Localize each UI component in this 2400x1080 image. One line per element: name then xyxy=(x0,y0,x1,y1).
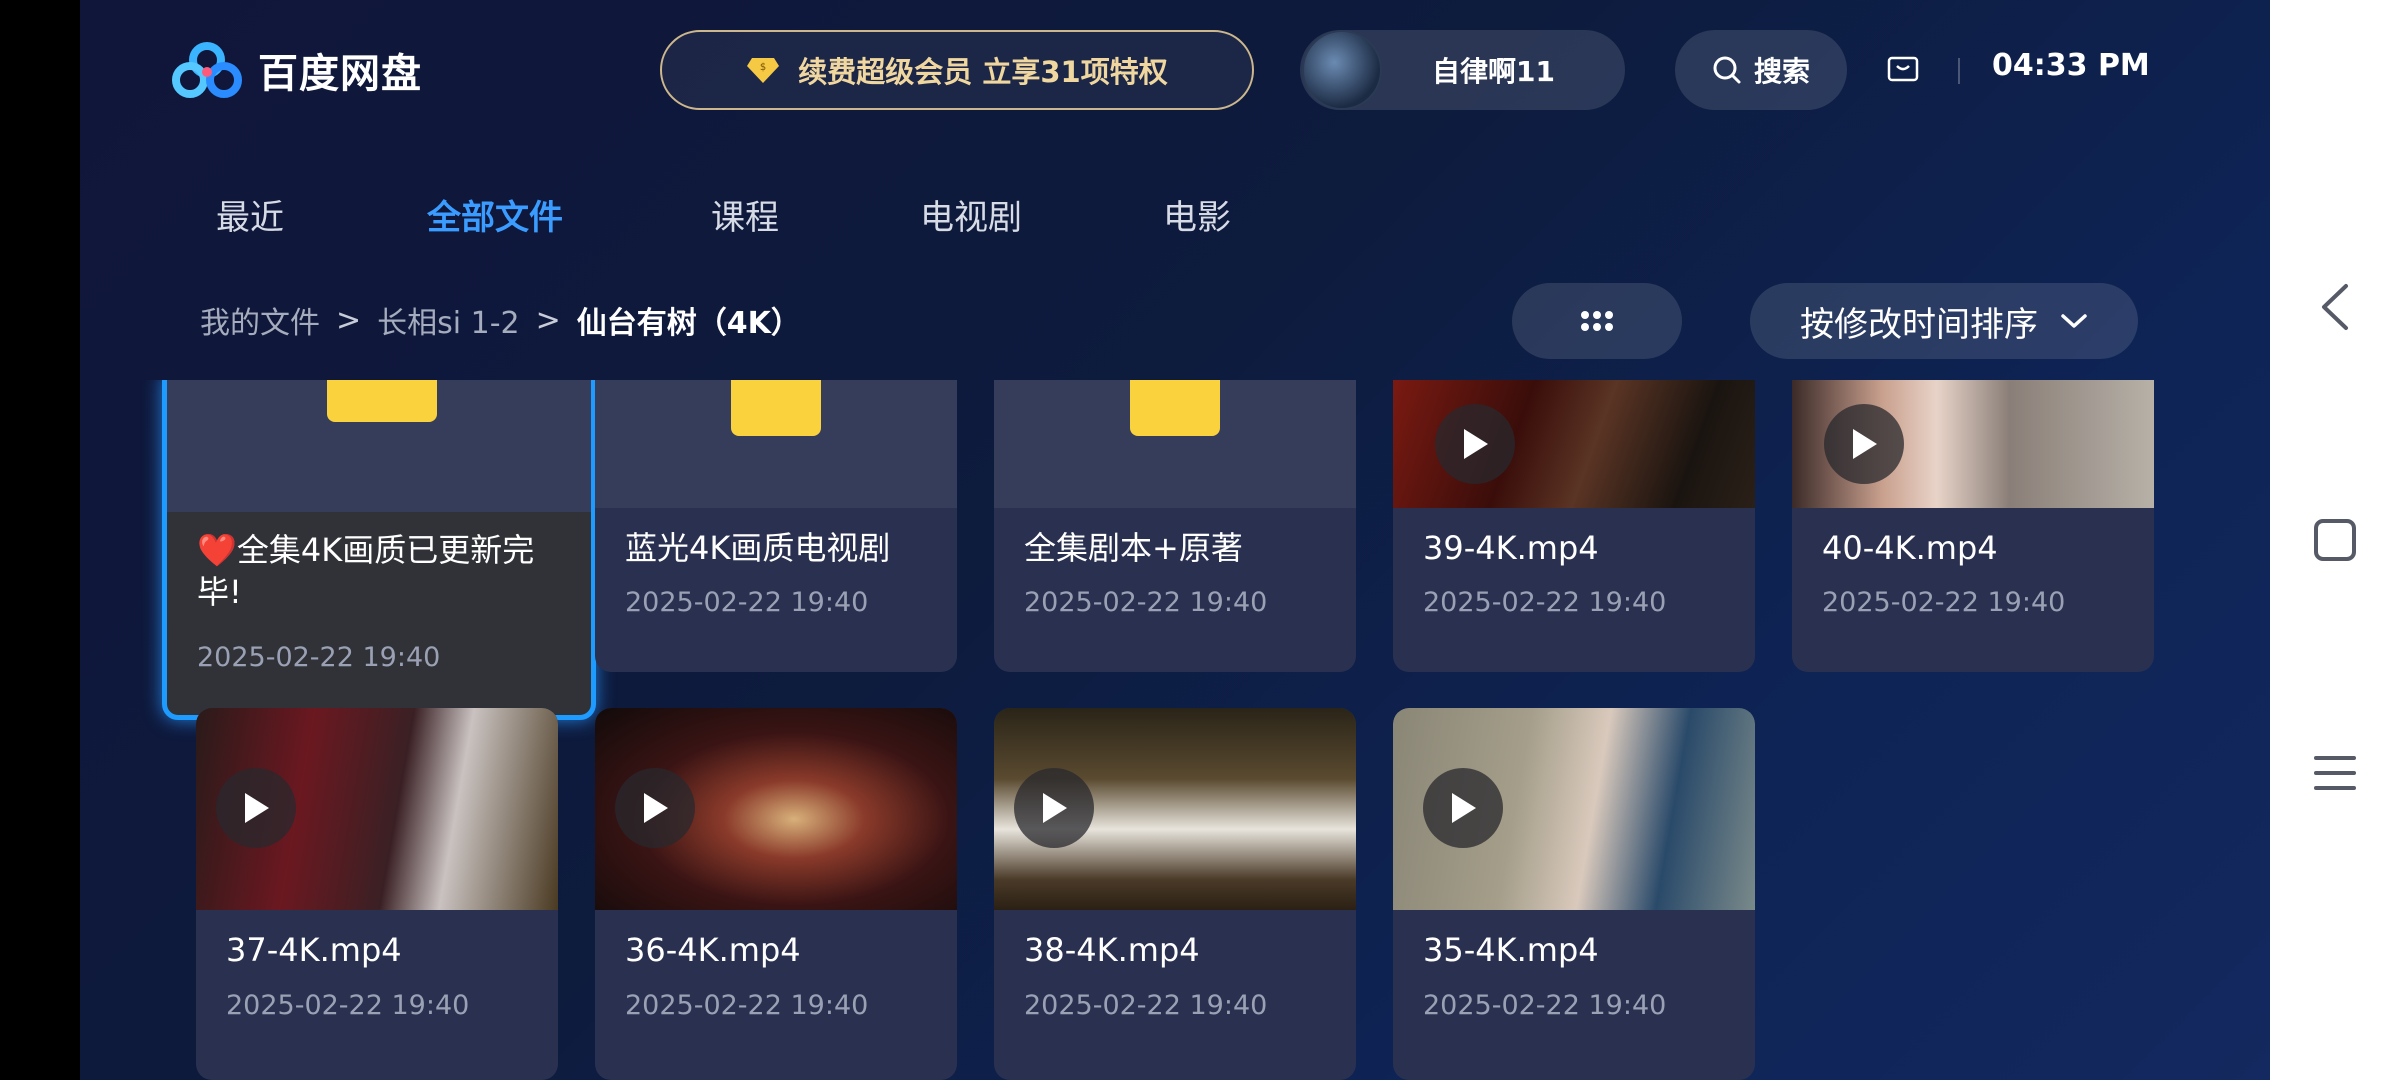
file-name: 35-4K.mp4 xyxy=(1423,931,1599,969)
sort-label: 按修改时间排序 xyxy=(1800,304,2038,345)
file-date: 2025-02-22 19:40 xyxy=(1024,990,1268,1021)
play-button xyxy=(1824,404,1904,484)
file-name: 全集剧本+原著 xyxy=(1024,529,1243,567)
file-date: 2025-02-22 19:40 xyxy=(625,990,869,1021)
back-icon xyxy=(2322,284,2348,330)
video-thumbnail xyxy=(994,708,1356,910)
breadcrumb-my-files[interactable]: 我的文件 xyxy=(200,298,320,342)
file-card-video[interactable]: 37-4K.mp4 2025-02-22 19:40 xyxy=(196,708,558,1080)
file-name: 蓝光4K画质电视剧 xyxy=(625,529,891,567)
view-mode-button[interactable] xyxy=(1512,283,1682,359)
app-logo: 百度网盘 xyxy=(170,40,422,100)
folder-icon xyxy=(731,380,821,436)
baidu-netdisk-logo-icon xyxy=(172,42,242,98)
tv-cast-button[interactable] xyxy=(1887,55,1919,89)
header-divider xyxy=(1958,58,1960,84)
tab-recent[interactable]: 最近 xyxy=(216,190,284,239)
video-thumbnail xyxy=(196,708,558,910)
video-thumbnail xyxy=(1792,380,2154,508)
file-date: 2025-02-22 19:40 xyxy=(1423,990,1667,1021)
search-icon xyxy=(1713,56,1741,84)
user-name: 自律啊11 xyxy=(1432,55,1555,88)
diamond-icon: $ xyxy=(747,58,780,83)
search-button[interactable]: 搜索 xyxy=(1675,30,1847,110)
play-button xyxy=(615,768,695,848)
file-grid: ❤️全集4K画质已更新完毕! 2025-02-22 19:40 蓝光4K画质电视… xyxy=(80,380,2270,1080)
play-button xyxy=(216,768,296,848)
vip-renew-banner[interactable]: $ 续费超级会员 立享31项特权 xyxy=(660,30,1254,110)
breadcrumb: 我的文件 > 长相si 1-2 > 仙台有树（4K） xyxy=(200,298,801,342)
app-brand-name: 百度网盘 xyxy=(258,51,422,97)
play-icon xyxy=(1043,793,1067,823)
video-thumbnail xyxy=(1393,380,1755,508)
play-button xyxy=(1014,768,1094,848)
folder-thumbnail xyxy=(595,380,957,508)
file-card-video[interactable]: 36-4K.mp4 2025-02-22 19:40 xyxy=(595,708,957,1080)
breadcrumb-parent-folder[interactable]: 长相si 1-2 xyxy=(377,298,520,342)
folder-icon xyxy=(1130,380,1220,436)
file-name: 36-4K.mp4 xyxy=(625,931,801,969)
chevron-down-icon xyxy=(2061,314,2087,328)
clock: 04:33 PM xyxy=(1992,48,2150,83)
play-icon xyxy=(1452,793,1476,823)
file-name: 40-4K.mp4 xyxy=(1822,529,1998,567)
nav-menu-button[interactable] xyxy=(2310,748,2360,798)
user-profile-button[interactable]: 自律啊11 xyxy=(1300,30,1625,110)
tab-all-files[interactable]: 全部文件 xyxy=(427,190,563,239)
grid-dots-icon xyxy=(1581,311,1613,331)
file-name: 39-4K.mp4 xyxy=(1423,529,1599,567)
file-card-video[interactable]: 38-4K.mp4 2025-02-22 19:40 xyxy=(994,708,1356,1080)
breadcrumb-separator: > xyxy=(535,302,561,338)
play-button xyxy=(1423,768,1503,848)
tab-tv-series[interactable]: 电视剧 xyxy=(920,190,1022,239)
play-icon xyxy=(1464,429,1488,459)
file-card-video[interactable]: 40-4K.mp4 2025-02-22 19:40 xyxy=(1792,380,2154,672)
file-date: 2025-02-22 19:40 xyxy=(1423,587,1667,618)
file-name: ❤️全集4K画质已更新完毕! xyxy=(197,531,535,611)
nav-home-button[interactable] xyxy=(2310,515,2360,565)
file-date: 2025-02-22 19:40 xyxy=(197,642,441,673)
folder-thumbnail xyxy=(994,380,1356,508)
menu-icon xyxy=(2314,756,2356,790)
file-date: 2025-02-22 19:40 xyxy=(226,990,470,1021)
breadcrumb-separator: > xyxy=(336,302,362,338)
promo-text: 续费超级会员 立享31项特权 xyxy=(798,55,1168,89)
file-name: 38-4K.mp4 xyxy=(1024,931,1200,969)
file-date: 2025-02-22 19:40 xyxy=(625,587,869,618)
file-card-video[interactable]: 39-4K.mp4 2025-02-22 19:40 xyxy=(1393,380,1755,672)
video-thumbnail xyxy=(1393,708,1755,910)
avatar xyxy=(1302,30,1382,110)
breadcrumb-current-folder: 仙台有树（4K） xyxy=(576,306,801,341)
file-card-folder[interactable]: 全集剧本+原著 2025-02-22 19:40 xyxy=(994,380,1356,672)
app-screen: 百度网盘 $ 续费超级会员 立享31项特权 自律啊11 搜索 04:33 PM … xyxy=(80,0,2270,1080)
play-icon xyxy=(644,793,668,823)
file-card-folder[interactable]: 蓝光4K画质电视剧 2025-02-22 19:40 xyxy=(595,380,957,672)
video-thumbnail xyxy=(595,708,957,910)
folder-icon xyxy=(327,380,437,422)
svg-text:$: $ xyxy=(760,62,766,73)
tab-movies[interactable]: 电影 xyxy=(1163,190,1231,239)
play-icon xyxy=(1853,429,1877,459)
file-date: 2025-02-22 19:40 xyxy=(1024,587,1268,618)
sort-dropdown[interactable]: 按修改时间排序 xyxy=(1750,283,2138,359)
tab-courses[interactable]: 课程 xyxy=(711,190,779,239)
play-icon xyxy=(245,793,269,823)
search-label: 搜索 xyxy=(1753,55,1810,88)
nav-back-button[interactable] xyxy=(2310,282,2360,332)
home-icon xyxy=(2314,519,2356,561)
file-date: 2025-02-22 19:40 xyxy=(1822,587,2066,618)
file-card-folder[interactable]: ❤️全集4K画质已更新完毕! 2025-02-22 19:40 xyxy=(162,380,596,720)
file-card-video[interactable]: 35-4K.mp4 2025-02-22 19:40 xyxy=(1393,708,1755,1080)
folder-thumbnail xyxy=(167,380,591,512)
file-name: 37-4K.mp4 xyxy=(226,931,402,969)
tv-cast-icon xyxy=(1887,56,1919,82)
play-button xyxy=(1435,404,1515,484)
